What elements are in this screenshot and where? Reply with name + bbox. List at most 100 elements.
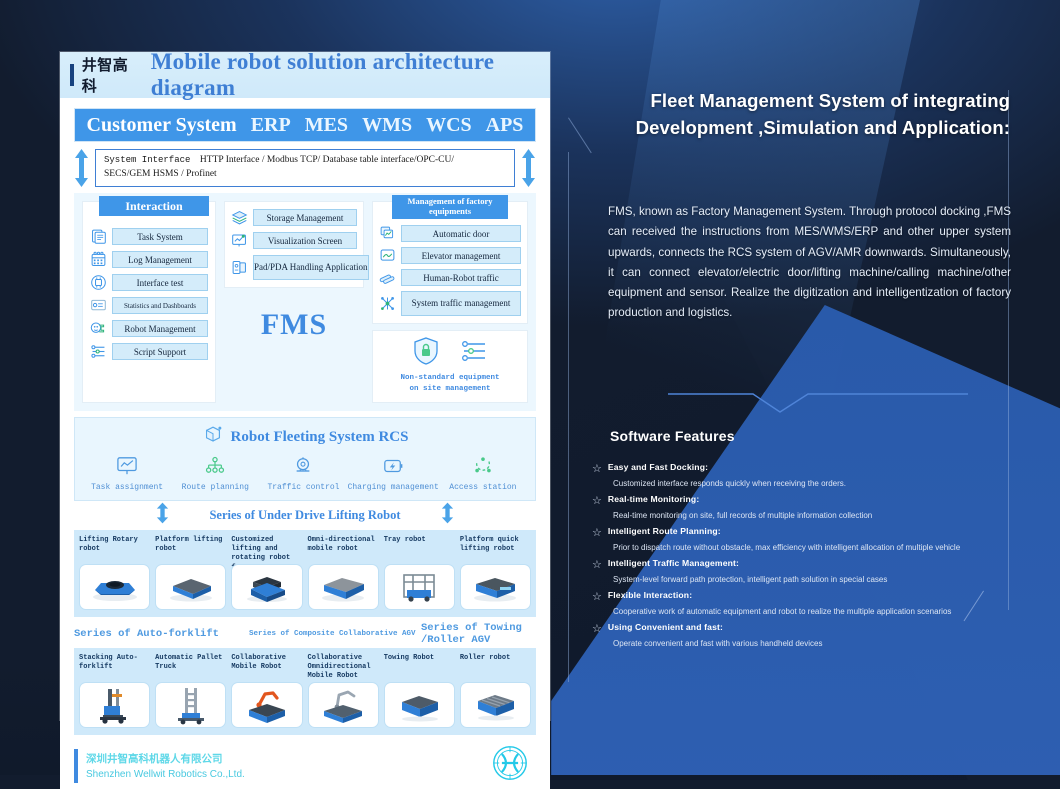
- factory-equipment-title: Management of factory equipments: [392, 195, 508, 219]
- customized-lifting-robot-image: [231, 563, 303, 610]
- right-info-panel: Fleet Management System of integrating D…: [560, 0, 1060, 775]
- brand-accent-bar: [70, 64, 74, 86]
- robot-hand-icon: [90, 320, 107, 337]
- list-item[interactable]: Collaborative Mobile Robot: [231, 654, 303, 728]
- fms-logo: FMS: [260, 308, 328, 341]
- platform-quick-lifting-robot-image: [459, 563, 532, 610]
- screen-chart-icon: [231, 232, 248, 249]
- list-item[interactable]: Access station: [439, 456, 527, 492]
- omni-directional-robot-image: [307, 563, 379, 610]
- list-item: ☆ Intelligent Route Planning: Prior to d…: [592, 526, 1032, 554]
- list-item[interactable]: Pad/PDA Handling Application: [231, 255, 369, 280]
- interaction-title: Interaction: [99, 196, 209, 216]
- footer-company: 深圳井智高科机器人有限公司 Shenzhen Wellwit Robotics …: [86, 751, 245, 780]
- middle-services-card: Storage Management Visualization Screen: [224, 201, 369, 288]
- stacking-auto-forklift-image: [79, 681, 151, 728]
- star-icon: ☆: [592, 590, 602, 603]
- list-item[interactable]: Automatic door: [379, 225, 521, 242]
- list-item[interactable]: Towing Robot: [383, 654, 455, 728]
- feature-heading-row: ☆ Easy and Fast Docking:: [592, 462, 1032, 476]
- robot-name: Customized lifting and rotating robot fo…: [231, 535, 291, 582]
- factory-item-label: Elevator management: [401, 247, 521, 264]
- poster-body: Customer System ERP MES WMS WCS APS Syst…: [60, 98, 550, 789]
- feature-heading-row: ☆ Using Convenient and fast:: [592, 622, 1032, 636]
- system-interface-box: System Interface HTTP Interface / Modbus…: [95, 149, 515, 187]
- feature-heading: Intelligent Route Planning:: [607, 525, 721, 536]
- feature-heading: Flexible Interaction:: [607, 589, 693, 600]
- dots-circle-icon: [472, 456, 494, 481]
- feature-detail: Prior to dispatch route without obstacle…: [613, 543, 961, 553]
- list-item[interactable]: Automatic Pallet Truck: [155, 654, 227, 728]
- system-interface-row: System Interface HTTP Interface / Modbus…: [74, 149, 536, 187]
- system-interface-line1: HTTP Interface / Modbus TCP/ Database ta…: [199, 155, 454, 166]
- nonstandard-line1: Non-standard equipment: [400, 374, 500, 382]
- list-item[interactable]: Lifting Rotary robot: [79, 535, 151, 610]
- double-arrow-right-icon: [521, 149, 536, 187]
- list-item[interactable]: Interface test: [90, 274, 208, 291]
- rcs-item-label: Route planning: [181, 482, 249, 492]
- monitor-chart-icon: [116, 456, 138, 481]
- robot-name: Stacking Auto-forklift: [79, 653, 138, 671]
- software-features-list: ☆ Easy and Fast Docking: Customized inte…: [592, 462, 1032, 654]
- list-item[interactable]: Roller robot: [459, 653, 532, 728]
- poster-footer: 深圳井智高科机器人有限公司 Shenzhen Wellwit Robotics …: [74, 743, 536, 789]
- list-item[interactable]: Platform quick lifting robot: [459, 535, 532, 610]
- series-labels-row: Series of Auto-forklift Series of Compos…: [74, 622, 536, 646]
- list-item[interactable]: Omni-directional mobile robot: [307, 536, 379, 610]
- robot-name: Lifting Rotary robot: [79, 535, 138, 553]
- list-item[interactable]: Customized lifting and rotating robot fo…: [231, 535, 303, 610]
- list-item[interactable]: Visualization Screen: [231, 232, 357, 249]
- list-item[interactable]: Task System: [90, 228, 208, 245]
- system-erp: ERP: [250, 113, 291, 136]
- rcs-band: Robot Fleeting System RCS Task assignmen…: [74, 416, 536, 501]
- document-icon: [90, 228, 107, 245]
- factory-equipment-card: Automatic door Elevator management Human…: [372, 201, 528, 324]
- list-item[interactable]: Robot Management: [90, 320, 208, 337]
- list-item[interactable]: System traffic management: [379, 291, 521, 316]
- wellwit-logo: [492, 745, 528, 786]
- list-item[interactable]: Platform lifting robot: [155, 535, 227, 610]
- feature-detail: Operate convenient and fast with various…: [613, 639, 823, 649]
- interaction-item-label: Statistics and Dashboards: [112, 297, 208, 314]
- factory-equipment-column: Management of factory equipments Automat…: [372, 195, 528, 403]
- calendar-icon: [90, 251, 107, 268]
- list-item[interactable]: Stacking Auto-forklift: [79, 653, 151, 728]
- list-item[interactable]: Elevator management: [379, 247, 521, 264]
- robot-name: Platform lifting robot: [155, 535, 223, 553]
- interaction-item-label: Interface test: [112, 274, 208, 291]
- rcs-item-label: Access station: [449, 482, 517, 492]
- list-item[interactable]: Storage Management: [231, 209, 357, 226]
- feature-detail: Real-time monitoring on site, full recor…: [613, 511, 873, 521]
- rcs-item-label: Charging management: [347, 482, 439, 492]
- list-item[interactable]: Traffic control: [259, 456, 347, 492]
- robot-name: Roller robot: [459, 653, 511, 662]
- double-arrow-up-right-icon: [441, 502, 454, 529]
- rcs-header: Robot Fleeting System RCS: [83, 424, 527, 451]
- list-item[interactable]: Charging management: [348, 456, 439, 492]
- middle-item-label: Visualization Screen: [253, 232, 357, 249]
- fms-panel: Interaction Task System Log Management I…: [74, 193, 536, 411]
- software-features-title: Software Features: [610, 428, 735, 444]
- nonstandard-icons: [413, 337, 487, 370]
- list-item[interactable]: Script Support: [90, 343, 208, 360]
- list-item[interactable]: Statistics and Dashboards: [90, 297, 208, 314]
- feature-detail: Customized interface responds quickly wh…: [613, 479, 847, 489]
- list-item[interactable]: Task assignment: [83, 456, 171, 492]
- list-item[interactable]: Human-Robot traffic: [379, 269, 521, 286]
- company-name-cn: 深圳井智高科机器人有限公司: [86, 753, 223, 765]
- robot-name: Tray robot: [383, 535, 426, 544]
- double-arrow-left-icon: [74, 149, 89, 187]
- list-item[interactable]: Collaborative Omnidirectional Mobile Rob…: [307, 654, 379, 728]
- lifting-robot-strip: Lifting Rotary robot Platform lifting ro…: [74, 529, 536, 617]
- list-item[interactable]: Tray robot: [383, 535, 455, 610]
- list-item[interactable]: Route planning: [171, 456, 259, 492]
- system-interface-label: System Interface: [104, 155, 191, 166]
- network-icon: [379, 295, 396, 312]
- robot-name: Platform quick lifting robot: [459, 535, 519, 553]
- battery-bolt-icon: [382, 456, 404, 481]
- system-interface-text: System Interface HTTP Interface / Modbus…: [104, 154, 454, 182]
- list-item[interactable]: Log Management: [90, 251, 208, 268]
- factory-item-label: Human-Robot traffic: [401, 269, 521, 286]
- interaction-list: Task System Log Management Interface tes…: [90, 228, 208, 360]
- automatic-pallet-truck-image: [155, 681, 227, 728]
